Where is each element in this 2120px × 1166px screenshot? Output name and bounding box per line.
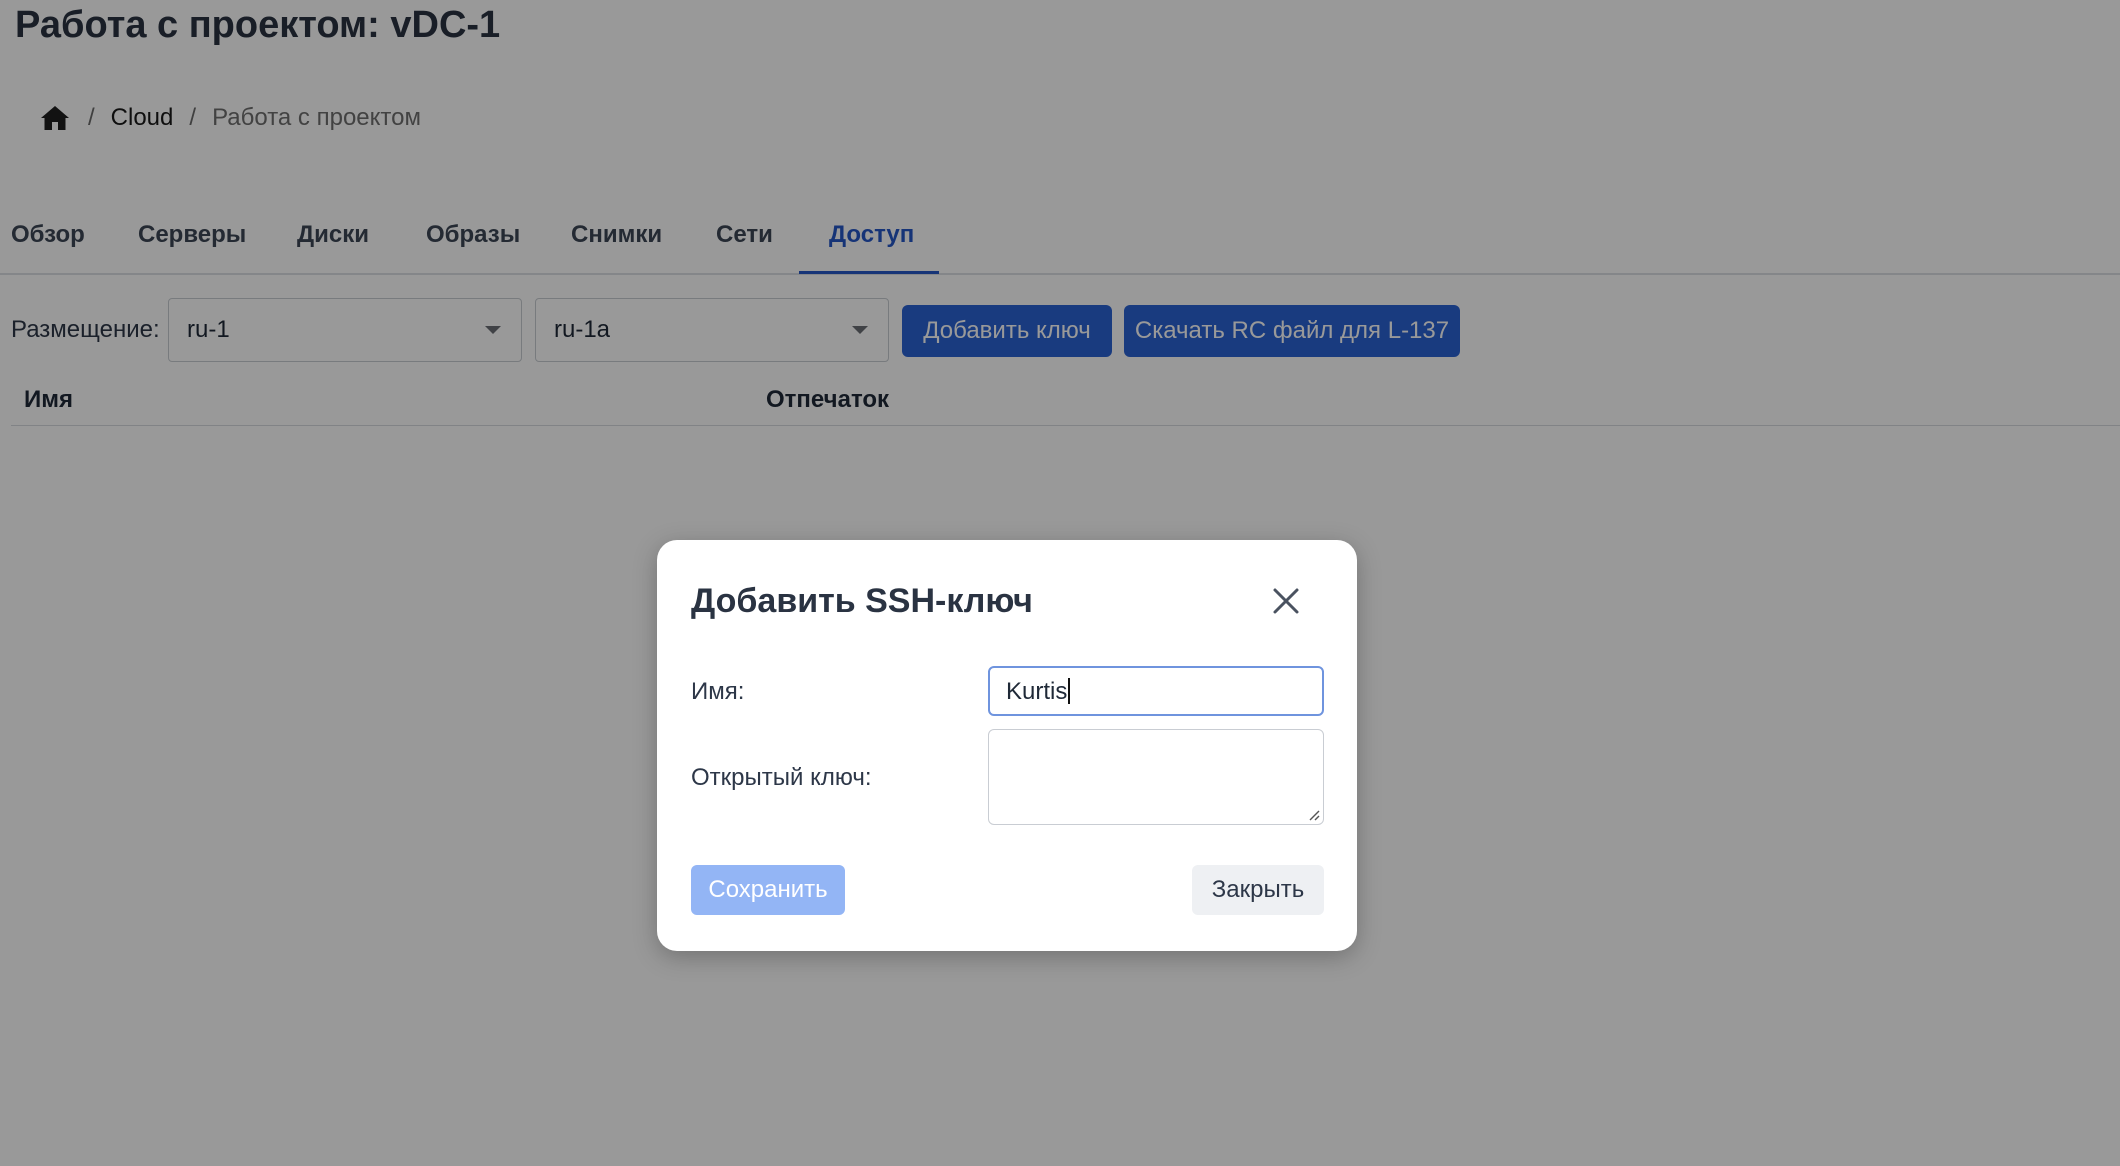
dialog-title: Добавить SSH-ключ <box>691 582 1033 620</box>
close-button[interactable]: Закрыть <box>1192 865 1324 915</box>
resize-grip-icon[interactable] <box>1308 809 1320 821</box>
save-button[interactable]: Сохранить <box>691 865 845 915</box>
public-key-textarea[interactable] <box>988 729 1324 825</box>
name-label: Имя: <box>691 678 745 705</box>
public-key-label: Открытый ключ: <box>691 764 872 791</box>
close-icon[interactable] <box>1269 584 1303 618</box>
name-input[interactable]: Kurtis <box>988 666 1324 716</box>
add-ssh-key-dialog: Добавить SSH-ключ Имя: Kurtis Открытый к… <box>657 540 1357 951</box>
name-input-value: Kurtis <box>1006 678 1068 705</box>
text-caret <box>1068 678 1071 704</box>
